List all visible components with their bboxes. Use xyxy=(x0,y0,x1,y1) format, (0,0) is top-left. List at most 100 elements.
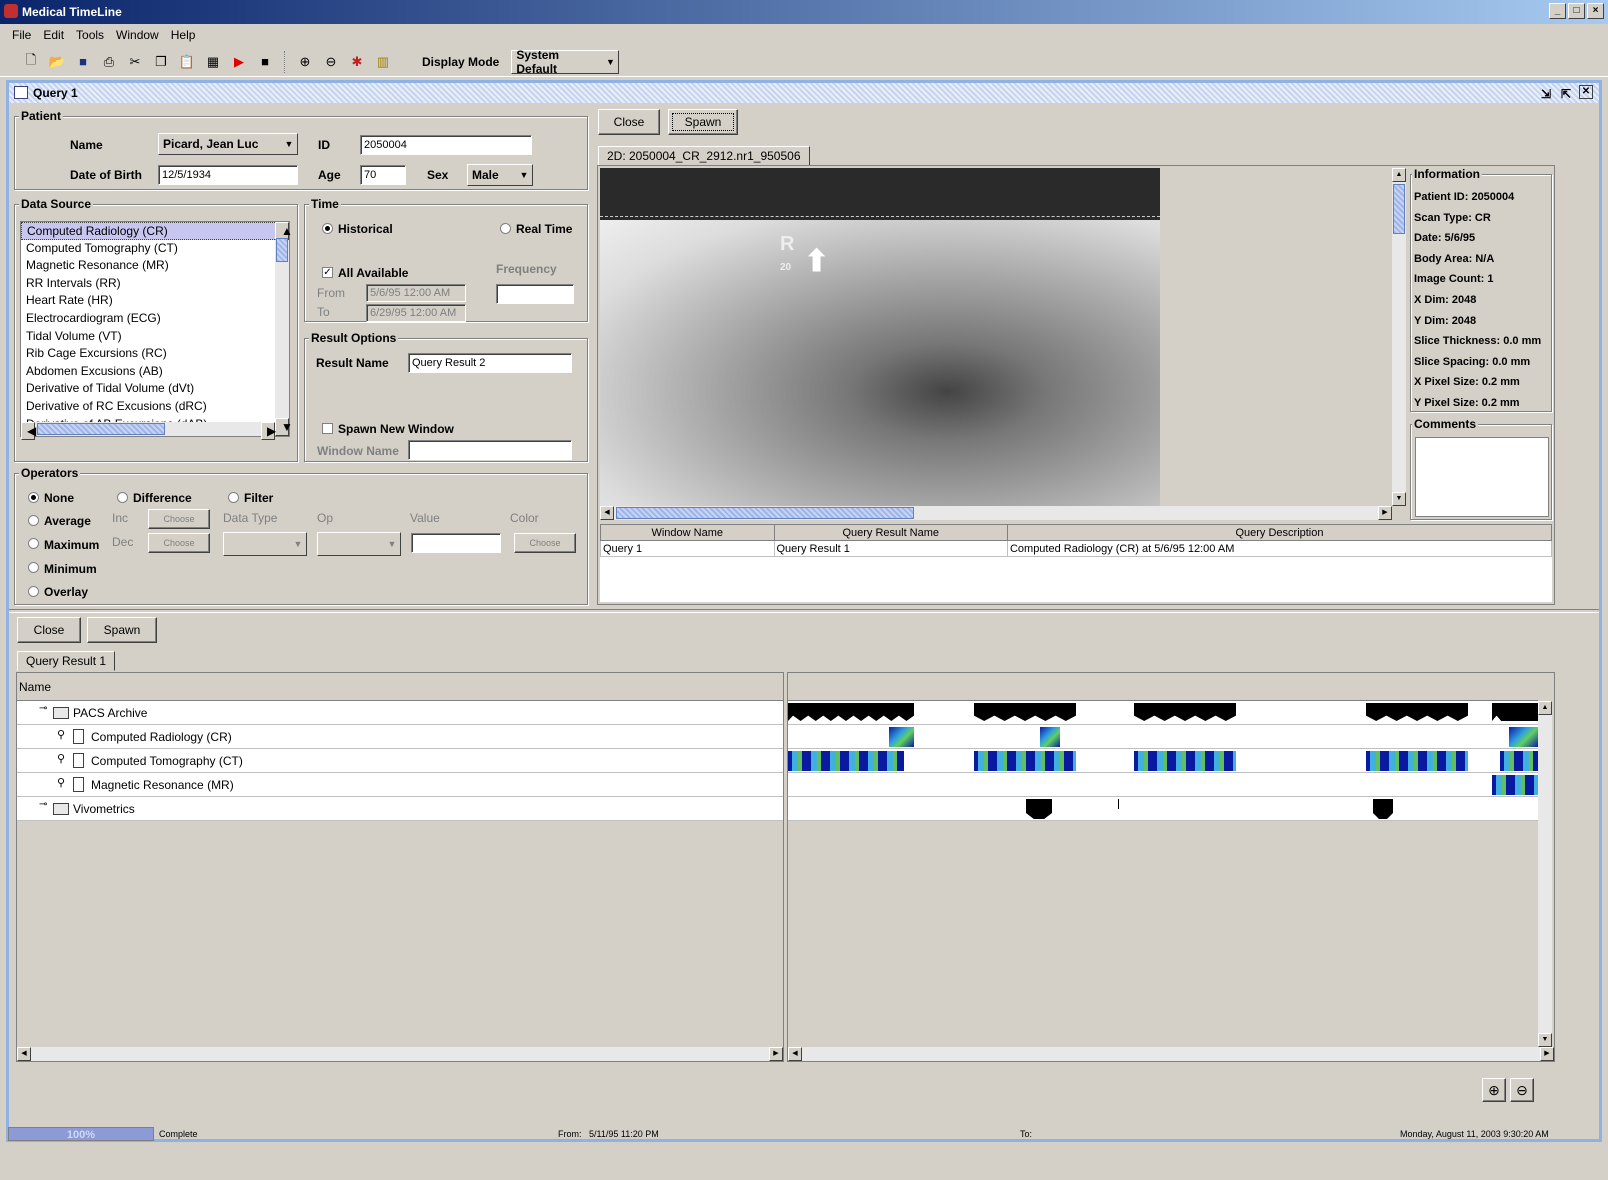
tree-row-vivometrics[interactable]: ⊸ Vivometrics xyxy=(17,797,783,821)
average-radio[interactable] xyxy=(28,515,39,526)
data-type-select[interactable]: ▼ xyxy=(223,532,307,556)
list-hscrollbar[interactable]: ◀ ▶ xyxy=(21,422,276,440)
from-field[interactable]: 5/6/95 12:00 AM xyxy=(366,284,466,302)
timeline-zoom-out-button[interactable]: ⊖ xyxy=(1510,1078,1534,1102)
maximum-radio[interactable] xyxy=(28,538,39,549)
realtime-radio[interactable] xyxy=(500,223,511,234)
query-result-tab[interactable]: Query Result 1 xyxy=(17,651,116,671)
scroll-thumb[interactable] xyxy=(37,423,165,435)
tree-row-mr[interactable]: ⚲ Magnetic Resonance (MR) xyxy=(17,773,783,797)
col-query-result-name[interactable]: Query Result Name xyxy=(773,524,1008,541)
ct-thumbnails[interactable] xyxy=(974,751,1076,771)
cr-thumbnail[interactable] xyxy=(1509,727,1538,747)
list-item[interactable]: Magnetic Resonance (MR) xyxy=(21,257,289,275)
timeline-zoom-in-button[interactable]: ⊕ xyxy=(1482,1078,1506,1102)
table-row[interactable]: Query 1 Query Result 1 Computed Radiolog… xyxy=(600,540,1553,557)
difference-radio[interactable] xyxy=(117,492,128,503)
display-mode-select[interactable]: System Default ▼ xyxy=(511,48,620,76)
dec-choose-button[interactable]: Choose xyxy=(148,533,210,553)
chart-icon[interactable]: ▥ xyxy=(372,51,394,73)
menu-window[interactable]: Window xyxy=(110,28,165,42)
viewer-hscrollbar[interactable]: ◀ ▶ xyxy=(600,506,1392,520)
list-item[interactable]: Derivative of Tidal Volume (dVt) xyxy=(21,380,289,398)
pin-icon[interactable]: ⚲ xyxy=(57,776,65,789)
play-icon[interactable]: ▶ xyxy=(228,51,250,73)
op-select[interactable]: ▼ xyxy=(317,532,401,556)
col-window-name[interactable]: Window Name xyxy=(600,524,775,541)
timeline-vscrollbar[interactable]: ▲ ▼ xyxy=(1538,701,1552,1047)
list-item[interactable]: Abdomen Excusions (AB) xyxy=(21,363,289,381)
scroll-thumb[interactable] xyxy=(276,238,288,262)
timeline-bar[interactable] xyxy=(974,703,1076,721)
timeline-row-ct[interactable] xyxy=(788,749,1538,773)
timeline-bar[interactable] xyxy=(1134,703,1236,721)
scroll-up-icon[interactable]: ▲ xyxy=(275,222,293,240)
col-query-description[interactable]: Query Description xyxy=(1006,524,1553,541)
value-field[interactable] xyxy=(411,533,501,553)
sex-select[interactable]: Male ▼ xyxy=(467,164,533,186)
timeline-row-vivometrics[interactable] xyxy=(788,797,1538,821)
settings-icon[interactable]: ✱ xyxy=(346,51,368,73)
list-item[interactable]: Rib Cage Excursions (RC) xyxy=(21,345,289,363)
timeline-row-mr[interactable] xyxy=(788,773,1538,797)
scroll-down-icon[interactable]: ▼ xyxy=(1392,492,1406,506)
timeline-bar[interactable] xyxy=(1492,703,1538,721)
copy-icon[interactable]: ❐ xyxy=(150,51,172,73)
calendar-icon[interactable]: ▦ xyxy=(202,51,224,73)
timeline-bar[interactable] xyxy=(788,703,914,721)
patient-name-select[interactable]: Picard, Jean Luc ▼ xyxy=(158,133,298,155)
ct-thumbnails[interactable] xyxy=(1366,751,1468,771)
list-item[interactable]: Electrocardiogram (ECG) xyxy=(21,310,289,328)
scroll-left-icon[interactable]: ◀ xyxy=(21,422,36,440)
data-source-list[interactable]: Computed Radiology (CR) Computed Tomogra… xyxy=(20,221,293,440)
window-name-field[interactable] xyxy=(408,440,572,460)
scroll-thumb[interactable] xyxy=(1393,184,1405,234)
scroll-right-icon[interactable]: ▶ xyxy=(261,422,276,440)
timeline-bar[interactable] xyxy=(1366,703,1468,721)
ct-thumbnails[interactable] xyxy=(1134,751,1236,771)
patient-id-field[interactable]: 2050004 xyxy=(360,135,532,155)
collapse-handle-icon[interactable]: ⊸ xyxy=(39,703,47,714)
tree-row-cr[interactable]: ⚲ Computed Radiology (CR) xyxy=(17,725,783,749)
list-item[interactable]: Heart Rate (HR) xyxy=(21,292,289,310)
ct-thumbnails[interactable] xyxy=(788,751,904,771)
open-folder-icon[interactable]: 📂 xyxy=(46,51,68,73)
scroll-right-icon[interactable]: ▶ xyxy=(769,1047,783,1061)
cut-icon[interactable]: ✂ xyxy=(124,51,146,73)
close-frame-icon[interactable]: ✕ xyxy=(1579,85,1593,99)
all-available-checkbox[interactable]: ✓ xyxy=(322,267,333,278)
minimize-button[interactable]: _ xyxy=(1549,3,1566,19)
pin-icon[interactable]: ⚲ xyxy=(57,728,65,741)
scroll-right-icon[interactable]: ▶ xyxy=(1378,506,1392,520)
scroll-left-icon[interactable]: ◀ xyxy=(600,506,614,520)
save-icon[interactable]: ■ xyxy=(72,51,94,73)
timeline-row-cr[interactable] xyxy=(788,725,1538,749)
menu-tools[interactable]: Tools xyxy=(70,28,110,42)
scroll-up-icon[interactable]: ▲ xyxy=(1538,701,1552,715)
historical-radio[interactable] xyxy=(322,223,333,234)
print-icon[interactable]: ⎙ xyxy=(98,51,120,73)
menu-file[interactable]: File xyxy=(6,28,37,42)
scroll-down-icon[interactable]: ▼ xyxy=(1538,1033,1552,1047)
tree-row-ct[interactable]: ⚲ Computed Tomography (CT) xyxy=(17,749,783,773)
viewer-close-button[interactable]: Close xyxy=(598,109,660,135)
scroll-left-icon[interactable]: ◀ xyxy=(788,1047,802,1061)
list-vscrollbar[interactable]: ▲ ▼ xyxy=(275,222,293,436)
cr-thumbnail[interactable] xyxy=(1040,727,1060,747)
to-field[interactable]: 6/29/95 12:00 AM xyxy=(366,304,466,322)
undock-icon[interactable]: ⇲ xyxy=(1541,84,1551,104)
list-item[interactable]: Tidal Volume (VT) xyxy=(21,328,289,346)
tree-row-pacs[interactable]: ⊸ PACS Archive xyxy=(17,701,783,725)
cr-thumbnail[interactable] xyxy=(889,727,914,747)
paste-icon[interactable]: 📋 xyxy=(176,51,198,73)
frequency-field[interactable] xyxy=(496,284,574,304)
viewer-spawn-button[interactable]: Spawn xyxy=(668,109,738,135)
name-column-header[interactable]: Name xyxy=(17,673,783,701)
list-item[interactable]: Computed Radiology (CR) xyxy=(21,222,289,240)
dob-field[interactable]: 12/5/1934 xyxy=(158,165,298,185)
close-window-button[interactable]: × xyxy=(1587,3,1604,19)
overlay-radio[interactable] xyxy=(28,586,39,597)
color-choose-button[interactable]: Choose xyxy=(514,533,576,553)
menu-edit[interactable]: Edit xyxy=(37,28,70,42)
scroll-right-icon[interactable]: ▶ xyxy=(1540,1047,1554,1061)
